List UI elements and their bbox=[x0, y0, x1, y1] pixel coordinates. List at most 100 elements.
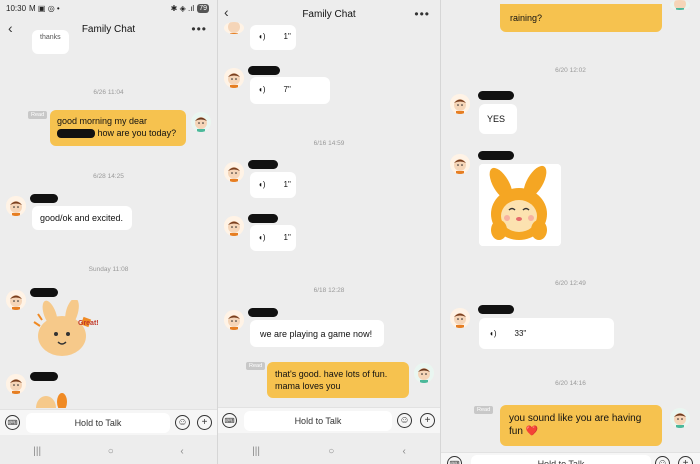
voice-duration: 1" bbox=[283, 233, 291, 242]
contact-avatar[interactable] bbox=[6, 290, 26, 310]
my-avatar[interactable] bbox=[670, 0, 690, 10]
keyboard-icon[interactable]: ⌨ bbox=[5, 415, 20, 430]
timestamp: 6/20 12:02 bbox=[555, 67, 586, 74]
my-message-bubble[interactable]: good morning my dear how are you today? bbox=[50, 110, 186, 146]
plus-icon[interactable]: + bbox=[678, 456, 693, 464]
message-bubble[interactable]: thanks bbox=[32, 30, 69, 54]
contact-avatar[interactable] bbox=[224, 68, 244, 88]
recents-icon[interactable]: ||| bbox=[252, 446, 260, 457]
input-bar: ⌨ Hold to Talk ☺ + bbox=[218, 407, 440, 433]
my-avatar[interactable] bbox=[414, 363, 434, 383]
nav-back-icon[interactable]: ‹ bbox=[403, 446, 406, 457]
voice-message[interactable]: ◖) 1" bbox=[250, 25, 296, 50]
message-line: good morning my dear bbox=[57, 116, 148, 126]
contact-avatar[interactable] bbox=[6, 374, 26, 394]
message-line-2: fun ❤️ bbox=[509, 426, 539, 437]
status-time: 10:30 bbox=[6, 4, 27, 13]
contact-avatar[interactable] bbox=[6, 196, 26, 216]
timestamp: 6/28 14:25 bbox=[93, 173, 124, 180]
status-right: ✱ ◈ .ıl 79 bbox=[171, 4, 209, 13]
message-text: how are you today? bbox=[97, 128, 177, 138]
my-message-bubble[interactable]: you sound like you are having fun ❤️ bbox=[500, 405, 662, 446]
voice-message[interactable]: ◖) 7" bbox=[250, 77, 330, 104]
voice-duration: 33" bbox=[514, 329, 527, 338]
contact-avatar[interactable] bbox=[224, 216, 244, 236]
message-line: you sound like you are having bbox=[509, 413, 642, 424]
keyboard-icon[interactable]: ⌨ bbox=[222, 413, 237, 428]
sender-name-redacted bbox=[478, 151, 514, 160]
nav-bar: ||| ○ ‹ bbox=[0, 441, 217, 461]
sticker-image[interactable] bbox=[479, 164, 561, 246]
contact-avatar[interactable] bbox=[450, 154, 470, 174]
contact-avatar[interactable] bbox=[224, 310, 244, 330]
hold-to-talk-button[interactable]: Hold to Talk bbox=[244, 411, 392, 431]
more-icon[interactable]: ••• bbox=[414, 7, 430, 21]
contact-avatar[interactable] bbox=[450, 94, 470, 114]
home-icon[interactable]: ○ bbox=[328, 446, 334, 457]
timestamp: 6/20 12:49 bbox=[555, 280, 586, 287]
voice-message[interactable]: ◖) 1" bbox=[250, 172, 296, 198]
timestamp: 6/18 12:28 bbox=[313, 287, 345, 294]
chat-panel-3: raining? 6/20 12:02 YES 6/20 12:49 ◖) 33… bbox=[441, 0, 700, 464]
message-text: thanks bbox=[40, 34, 61, 41]
voice-message[interactable]: ◖) 33" bbox=[479, 318, 614, 349]
contact-avatar[interactable] bbox=[224, 162, 244, 182]
redacted-name bbox=[57, 129, 95, 139]
plus-icon[interactable]: + bbox=[197, 415, 212, 430]
hold-to-talk-button[interactable]: Hold to Talk bbox=[471, 455, 651, 464]
sticker-image[interactable]: Great! bbox=[30, 298, 108, 362]
plus-icon[interactable]: + bbox=[420, 413, 435, 428]
timestamp: 6/26 11:04 bbox=[93, 89, 124, 96]
status-right-icons: ✱ ◈ .ıl bbox=[170, 4, 195, 13]
hold-to-talk-button[interactable]: Hold to Talk bbox=[26, 413, 170, 433]
sender-name-redacted bbox=[30, 194, 58, 203]
my-message-bubble[interactable]: that's good. have lots of fun. mama love… bbox=[267, 362, 409, 398]
sender-name-redacted bbox=[478, 305, 514, 314]
sender-name-redacted bbox=[248, 214, 278, 223]
emoji-icon[interactable]: ☺ bbox=[175, 415, 190, 430]
home-icon[interactable]: ○ bbox=[108, 446, 114, 457]
my-message-bubble[interactable]: raining? bbox=[500, 4, 662, 32]
contact-avatar[interactable] bbox=[224, 22, 244, 34]
message-text: we are playing a game now! bbox=[260, 329, 373, 339]
sender-name-redacted bbox=[248, 308, 278, 317]
nav-bar: ||| ○ ‹ bbox=[218, 441, 440, 461]
read-badge: Read bbox=[246, 362, 266, 370]
message-line-2: mama loves you bbox=[275, 381, 341, 391]
sticker-text: Great! bbox=[78, 320, 99, 327]
sender-name-redacted bbox=[248, 160, 278, 169]
more-icon[interactable]: ••• bbox=[191, 22, 207, 36]
nav-back-icon[interactable]: ‹ bbox=[180, 446, 183, 457]
input-bar: ⌨ Hold to Talk ☺ + bbox=[441, 452, 700, 464]
my-avatar[interactable] bbox=[670, 408, 690, 428]
emoji-icon[interactable]: ☺ bbox=[397, 413, 412, 428]
status-left-icons: M ▣ ◎ • bbox=[29, 4, 60, 13]
chat-panel-2: ‹ Family Chat ••• ◖) 1" ◖) 7" 6/16 14:59 ◖… bbox=[218, 0, 440, 464]
message-line-2: how are you today? bbox=[57, 127, 179, 139]
message-bubble[interactable]: YES bbox=[479, 104, 517, 134]
my-avatar[interactable] bbox=[191, 112, 211, 132]
timestamp: Sunday 11:08 bbox=[88, 266, 129, 273]
voice-wave-icon: ◖) bbox=[258, 32, 266, 41]
message-text: good/ok and excited. bbox=[40, 213, 124, 223]
keyboard-icon[interactable]: ⌨ bbox=[447, 456, 462, 464]
voice-duration: 1" bbox=[283, 32, 291, 41]
recents-icon[interactable]: ||| bbox=[33, 446, 41, 457]
contact-avatar[interactable] bbox=[450, 308, 470, 328]
sticker-image[interactable] bbox=[32, 386, 72, 420]
message-line: that's good. have lots of fun. bbox=[275, 369, 388, 379]
timestamp: 6/20 14:16 bbox=[555, 380, 586, 387]
read-badge: Read bbox=[28, 111, 48, 119]
voice-wave-icon: ◖) bbox=[258, 85, 266, 94]
chat-panel-1: 10:30 M ▣ ◎ • ✱ ◈ .ıl 79 ‹ Family Chat •… bbox=[0, 0, 217, 464]
chat-title: Family Chat bbox=[302, 9, 356, 20]
message-bubble[interactable]: good/ok and excited. bbox=[32, 206, 132, 230]
status-bar: 10:30 M ▣ ◎ • bbox=[6, 4, 60, 13]
screenshot-collage: 10:30 M ▣ ◎ • ✱ ◈ .ıl 79 ‹ Family Chat •… bbox=[0, 0, 700, 464]
emoji-icon[interactable]: ☺ bbox=[655, 456, 670, 464]
voice-message[interactable]: ◖) 1" bbox=[250, 225, 296, 251]
sender-name-redacted bbox=[248, 66, 280, 75]
message-bubble[interactable]: we are playing a game now! bbox=[250, 320, 384, 347]
sender-name-redacted bbox=[30, 372, 58, 381]
sender-name-redacted bbox=[30, 288, 58, 297]
